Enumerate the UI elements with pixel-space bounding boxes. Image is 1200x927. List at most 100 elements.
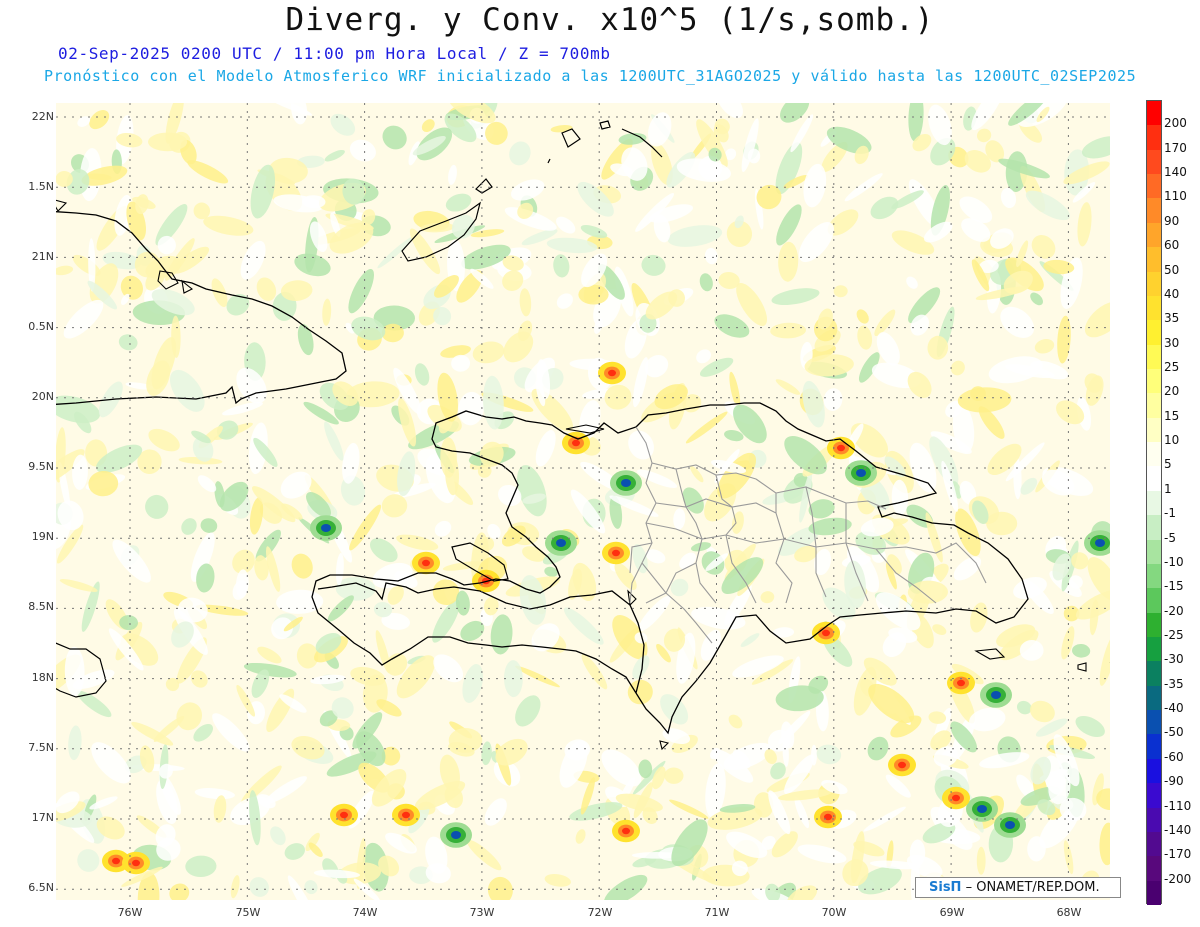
colorbar-segment — [1147, 637, 1161, 663]
colorbar-segment — [1147, 369, 1161, 395]
field-core — [822, 629, 830, 637]
colorbar-segment — [1147, 271, 1161, 297]
colorbar-segment — [1147, 344, 1161, 370]
colorbar-label: -30 — [1164, 652, 1184, 667]
lon-label-68w: 68W — [1056, 906, 1082, 919]
colorbar-label: 30 — [1164, 335, 1180, 350]
lon-label-74w: 74W — [352, 906, 378, 919]
field-patch — [148, 132, 188, 152]
field-core — [321, 524, 331, 532]
lat-label-20n: 20N — [31, 390, 54, 403]
field-core — [612, 549, 620, 557]
colorbar-segment — [1147, 588, 1161, 614]
colorbar-segment — [1147, 198, 1161, 224]
colorbar-label: -140 — [1164, 822, 1192, 837]
colorbar-label: -20 — [1164, 603, 1184, 618]
colorbar-label: 40 — [1164, 286, 1180, 301]
model-init-subtitle: Pronóstico con el Modelo Atmosferico WRF… — [44, 67, 1137, 85]
colorbar-segment — [1147, 856, 1161, 882]
colorbar-label: 25 — [1164, 360, 1180, 374]
colorbar-segment — [1147, 710, 1161, 736]
colorbar-label: 200 — [1164, 116, 1187, 131]
credit-text: – ONAMET/REP.DOM. — [965, 880, 1100, 895]
field-core — [977, 805, 987, 813]
colorbar-segment — [1147, 101, 1161, 127]
lon-label-75w: 75W — [235, 906, 261, 919]
colorbar-label: 20 — [1164, 384, 1180, 399]
colorbar-segment — [1147, 295, 1161, 322]
lon-label-76w: 76W — [117, 906, 143, 919]
lat-label-18-5n: 8.5N — [28, 600, 54, 613]
credit-box: SisΠ – ONAMET/REP.DOM. — [915, 877, 1121, 898]
colorbar-segment — [1147, 442, 1161, 468]
map-plot-area — [56, 103, 1110, 900]
colorbar-segment — [1147, 685, 1161, 712]
forecast-time-subtitle: 02-Sep-2025 0200 UTC / 11:00 pm Hora Loc… — [58, 44, 611, 63]
field-core — [957, 679, 965, 687]
field-core — [898, 761, 906, 769]
colorbar-segment — [1147, 783, 1161, 809]
colorbar-label: 35 — [1164, 311, 1180, 326]
colorbar-label: 1 — [1164, 481, 1172, 496]
lat-label-17-5n: 7.5N — [28, 741, 54, 754]
colorbar-label: 170 — [1164, 140, 1187, 155]
colorbar-label: -170 — [1164, 847, 1192, 862]
colorbar-label: -90 — [1164, 774, 1184, 789]
colorbar-segment — [1147, 661, 1161, 687]
field-core — [1005, 821, 1015, 829]
colorbar-segment — [1147, 539, 1161, 565]
colorbar — [1146, 100, 1162, 905]
colorbar-label: -15 — [1164, 579, 1184, 594]
colorbar-label: -50 — [1164, 725, 1184, 740]
colorbar-label: -1 — [1164, 506, 1176, 521]
colorbar-segment — [1147, 417, 1161, 444]
colorbar-segment — [1147, 563, 1161, 590]
lon-label-72w: 72W — [587, 906, 613, 919]
field-core — [340, 811, 348, 819]
field-core — [1095, 539, 1105, 547]
lon-label-69w: 69W — [939, 906, 965, 919]
lon-label-71w: 71W — [704, 906, 730, 919]
field-core — [402, 811, 410, 819]
colorbar-segment — [1147, 515, 1161, 541]
field-core — [991, 691, 1001, 699]
colorbar-label: 15 — [1164, 408, 1180, 423]
field-core — [952, 794, 960, 802]
colorbar-segment — [1147, 466, 1161, 492]
colorbar-label: -110 — [1164, 798, 1192, 813]
colorbar-label: 5 — [1164, 457, 1172, 472]
colorbar-label: 10 — [1164, 433, 1180, 448]
colorbar-segment — [1147, 807, 1161, 833]
lat-label-22n: 22N — [31, 110, 54, 123]
colorbar-label: -10 — [1164, 554, 1184, 569]
field-core — [422, 559, 430, 567]
map-svg — [56, 103, 1110, 900]
colorbar-label: -40 — [1164, 701, 1184, 716]
lon-label-73w: 73W — [469, 906, 495, 919]
colorbar-segment — [1147, 831, 1161, 858]
field-core — [451, 831, 461, 839]
colorbar-label: 60 — [1164, 238, 1180, 253]
lat-label-17n: 17N — [31, 811, 54, 824]
lat-label-20-5n: 0.5N — [28, 320, 54, 333]
colorbar-segment — [1147, 247, 1161, 273]
colorbar-segment — [1147, 149, 1161, 176]
field-core — [572, 439, 580, 447]
colorbar-label: 90 — [1164, 213, 1180, 228]
colorbar-segment — [1147, 125, 1161, 151]
lat-label-16-5n: 6.5N — [28, 881, 54, 894]
colorbar-segment — [1147, 758, 1161, 785]
field-patch — [578, 284, 609, 305]
lon-label-70w: 70W — [821, 906, 847, 919]
colorbar-segment — [1147, 734, 1161, 760]
field-core — [112, 857, 120, 865]
colorbar-label: 50 — [1164, 262, 1180, 277]
colorbar-label: -35 — [1164, 676, 1184, 691]
field-core — [132, 859, 140, 867]
colorbar-segment — [1147, 174, 1161, 200]
field-core — [608, 369, 616, 377]
colorbar-label: 140 — [1164, 165, 1187, 180]
colorbar-segment — [1147, 612, 1161, 638]
lat-label-19n: 19N — [31, 530, 54, 543]
colorbar-segment — [1147, 880, 1161, 905]
